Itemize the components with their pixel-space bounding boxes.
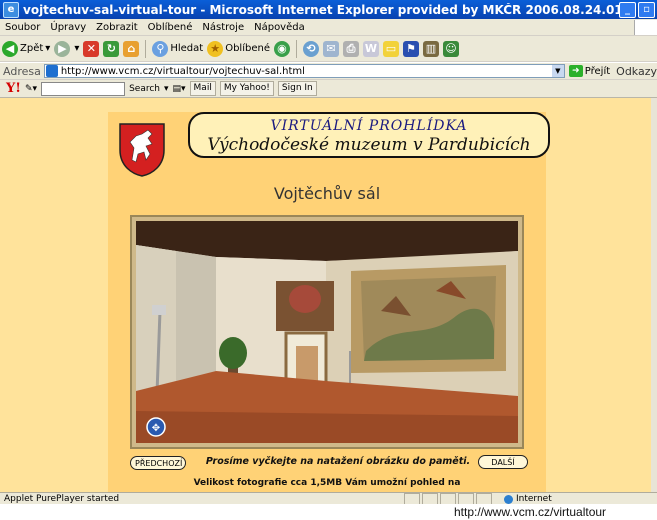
chevron-down-icon[interactable]: ▾ [164, 84, 169, 94]
refresh-icon[interactable]: ↻ [103, 40, 120, 57]
title-bar: e vojtechuv-sal-virtual-tour - Microsoft… [0, 0, 657, 19]
panorama-viewer[interactable]: ✥ [136, 221, 518, 443]
previous-button[interactable]: PŘEDCHOZÍ [130, 456, 186, 470]
chevron-down-icon[interactable]: ▾ [45, 43, 50, 54]
stop-icon[interactable]: ✕ [83, 40, 100, 57]
links-label[interactable]: Odkazy [616, 65, 657, 78]
star-icon: ★ [207, 40, 224, 57]
address-url[interactable]: http://www.vcm.cz/virtualtour/vojtechuv-… [61, 66, 552, 77]
back-button[interactable]: ◀ Zpět ▾ [2, 40, 50, 57]
page-icon [45, 65, 58, 77]
window-title: vojtechuv-sal-virtual-tour - Microsoft I… [23, 2, 619, 17]
globe-icon [504, 494, 513, 504]
favorites-button[interactable]: ★ Oblíbené [207, 40, 270, 57]
yahoo-bookmark-icon[interactable]: ▤▾ [173, 84, 186, 94]
page-content: VIRTUÁLNÍ PROHLÍDKA Východočeské muzeum … [0, 98, 657, 492]
svg-text:✥: ✥ [152, 423, 160, 434]
chevron-down-icon[interactable]: ▾ [74, 43, 79, 54]
back-label: Zpět [20, 43, 44, 54]
yahoo-logo[interactable]: Y! [6, 81, 21, 96]
source-url-text: http://www.vcm.cz/virtualtour [454, 505, 607, 519]
home-icon[interactable]: ⌂ [123, 40, 140, 57]
forward-arrow-icon[interactable]: ▶ [54, 40, 71, 57]
status-text: Applet PurePlayer started [4, 494, 120, 504]
chevron-down-icon[interactable]: ▼ [551, 65, 564, 77]
favorites-label: Oblíbené [225, 43, 270, 54]
banner-title: VIRTUÁLNÍ PROHLÍDKA [270, 118, 468, 134]
my-yahoo-button[interactable]: My Yahoo! [219, 81, 274, 96]
tour-panel: VIRTUÁLNÍ PROHLÍDKA Východočeské muzeum … [108, 112, 550, 492]
vertical-scrollbar[interactable] [651, 98, 657, 492]
menu-oblibene[interactable]: Oblíbené [143, 22, 198, 33]
address-bar: Adresa http://www.vcm.cz/virtualtour/voj… [0, 63, 657, 80]
search-button[interactable]: ⚲ Hledat [152, 40, 204, 57]
flag-icon[interactable]: ⚑ [402, 40, 419, 57]
edit-icon[interactable]: W [362, 40, 379, 57]
print-icon[interactable]: ⎙ [342, 40, 359, 57]
yahoo-search-button[interactable]: Search [129, 84, 160, 94]
toolbar-separator [145, 39, 147, 58]
go-arrow-icon: ➜ [568, 65, 583, 77]
zone-label: Internet [516, 494, 552, 504]
menu-soubor[interactable]: Soubor [0, 22, 45, 33]
search-label: Hledat [170, 43, 204, 54]
yahoo-search-input[interactable] [41, 81, 126, 96]
minimize-button[interactable]: _ [619, 1, 636, 18]
menu-bar: Soubor Úpravy Zobrazit Oblíbené Nástroje… [0, 19, 657, 36]
research-icon[interactable]: ▥ [422, 40, 439, 57]
sign-in-button[interactable]: Sign In [277, 81, 317, 96]
coat-of-arms-icon [119, 123, 165, 177]
menu-zobrazit[interactable]: Zobrazit [91, 22, 143, 33]
banner-subtitle: Východočeské muzeum v Pardubicích [207, 135, 531, 155]
mail-icon[interactable]: ✉ [322, 40, 339, 57]
folder-icon[interactable]: ▭ [382, 40, 399, 57]
ie-icon: e [3, 1, 19, 18]
media-icon[interactable]: ◉ [273, 40, 290, 57]
yahoo-toolbar: Y! ✎▾ Search ▾ ▤▾ Mail My Yahoo! Sign In [0, 80, 657, 98]
history-icon[interactable]: ⟲ [302, 40, 319, 57]
pencil-icon[interactable]: ✎▾ [25, 84, 37, 94]
standard-toolbar: ◀ Zpět ▾ ▶ ▾ ✕ ↻ ⌂ ⚲ Hledat ★ Oblíbené ◉… [0, 36, 657, 62]
address-field[interactable]: http://www.vcm.cz/virtualtour/vojtechuv-… [43, 64, 565, 78]
security-zone: Internet [504, 494, 552, 504]
menu-napoveda[interactable]: Nápověda [249, 22, 310, 33]
room-title: Vojtěchův sál [273, 184, 381, 203]
windows-logo-icon [634, 19, 657, 35]
search-icon: ⚲ [152, 40, 169, 57]
address-label: Adresa [3, 64, 41, 78]
panorama-frame: ✥ [130, 215, 524, 449]
toolbar-separator [295, 39, 297, 58]
menu-upravy[interactable]: Úpravy [45, 22, 91, 33]
maximize-button[interactable]: ▫ [638, 1, 655, 18]
go-button[interactable]: ➜ Přejít [568, 65, 611, 77]
source-url-caption: http://www.vcm.cz/virtualtour [0, 504, 657, 520]
go-label: Přejít [584, 65, 611, 77]
messenger-icon[interactable]: ☺ [442, 40, 459, 57]
tour-banner: VIRTUÁLNÍ PROHLÍDKA Východočeské muzeum … [188, 112, 550, 158]
yahoo-mail-button[interactable]: Mail [189, 81, 216, 96]
photo-size-note: Velikost fotografie cca 1,5MB Vám umožní… [193, 478, 461, 488]
back-arrow-icon: ◀ [2, 40, 18, 57]
next-button[interactable]: DALŠÍ [478, 455, 528, 469]
menu-nastroje[interactable]: Nástroje [197, 22, 249, 33]
loading-message: Prosíme vyčkejte na natažení obrázku do … [205, 456, 471, 467]
